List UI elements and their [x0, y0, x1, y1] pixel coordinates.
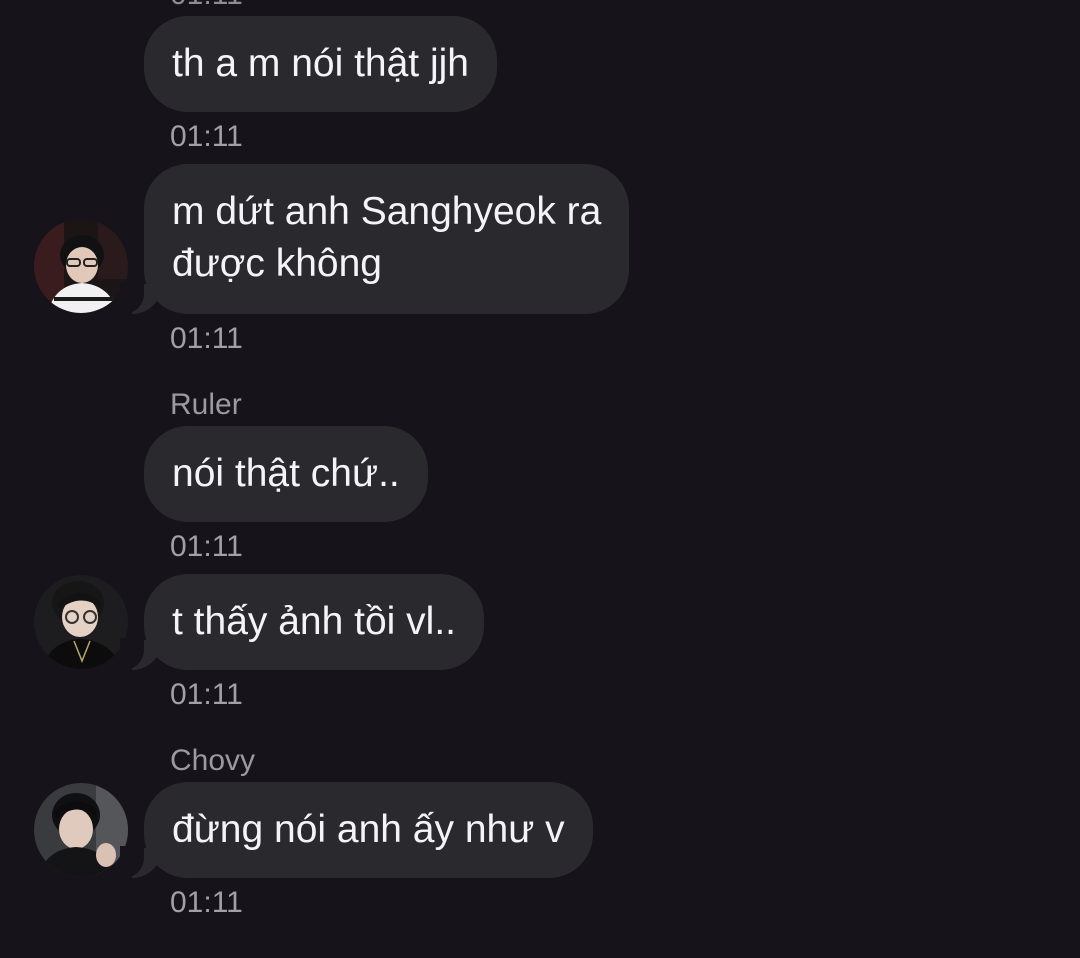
message-bubble[interactable]: th a m nói thật jjh — [144, 16, 497, 112]
message-timestamp: 01:11 — [170, 886, 243, 919]
message-bubble[interactable]: t thấy ảnh tồi vl.. — [120, 574, 484, 670]
message-text: nói thật chứ.. — [172, 452, 400, 495]
message-bubble[interactable]: đừng nói anh ấy như v — [120, 782, 593, 878]
sender-name: Chovy — [170, 744, 256, 777]
gamer-white-jersey-avatar-icon — [34, 219, 128, 313]
message-bubble[interactable]: nói thật chứ.. — [144, 426, 428, 522]
avatar[interactable] — [34, 575, 128, 669]
message-timestamp: 01:11 — [170, 530, 243, 563]
avatar[interactable] — [34, 783, 128, 877]
glasses-black-shirt-avatar-icon — [34, 575, 128, 669]
clipped-timestamp: 01:11 — [170, 0, 243, 10]
message-text: m dứt anh Sanghyeok ra được không — [172, 190, 602, 285]
message-text: th a m nói thật jjh — [172, 42, 469, 85]
black-hair-dark-jacket-avatar-icon — [34, 783, 128, 877]
message-timestamp: 01:11 — [170, 322, 243, 355]
message-timestamp: 01:11 — [170, 678, 243, 711]
message-bubble[interactable]: m dứt anh Sanghyeok ra được không — [119, 164, 630, 314]
message-timestamp: 01:11 — [170, 120, 243, 153]
chat-thread: 01:11 th a m nói thật jjh 01:11 m dứt an… — [0, 0, 1080, 958]
sender-name: Ruler — [170, 388, 242, 421]
message-text: đừng nói anh ấy như v — [172, 808, 565, 851]
message-text: t thấy ảnh tồi vl.. — [172, 600, 456, 643]
avatar[interactable] — [34, 219, 128, 313]
